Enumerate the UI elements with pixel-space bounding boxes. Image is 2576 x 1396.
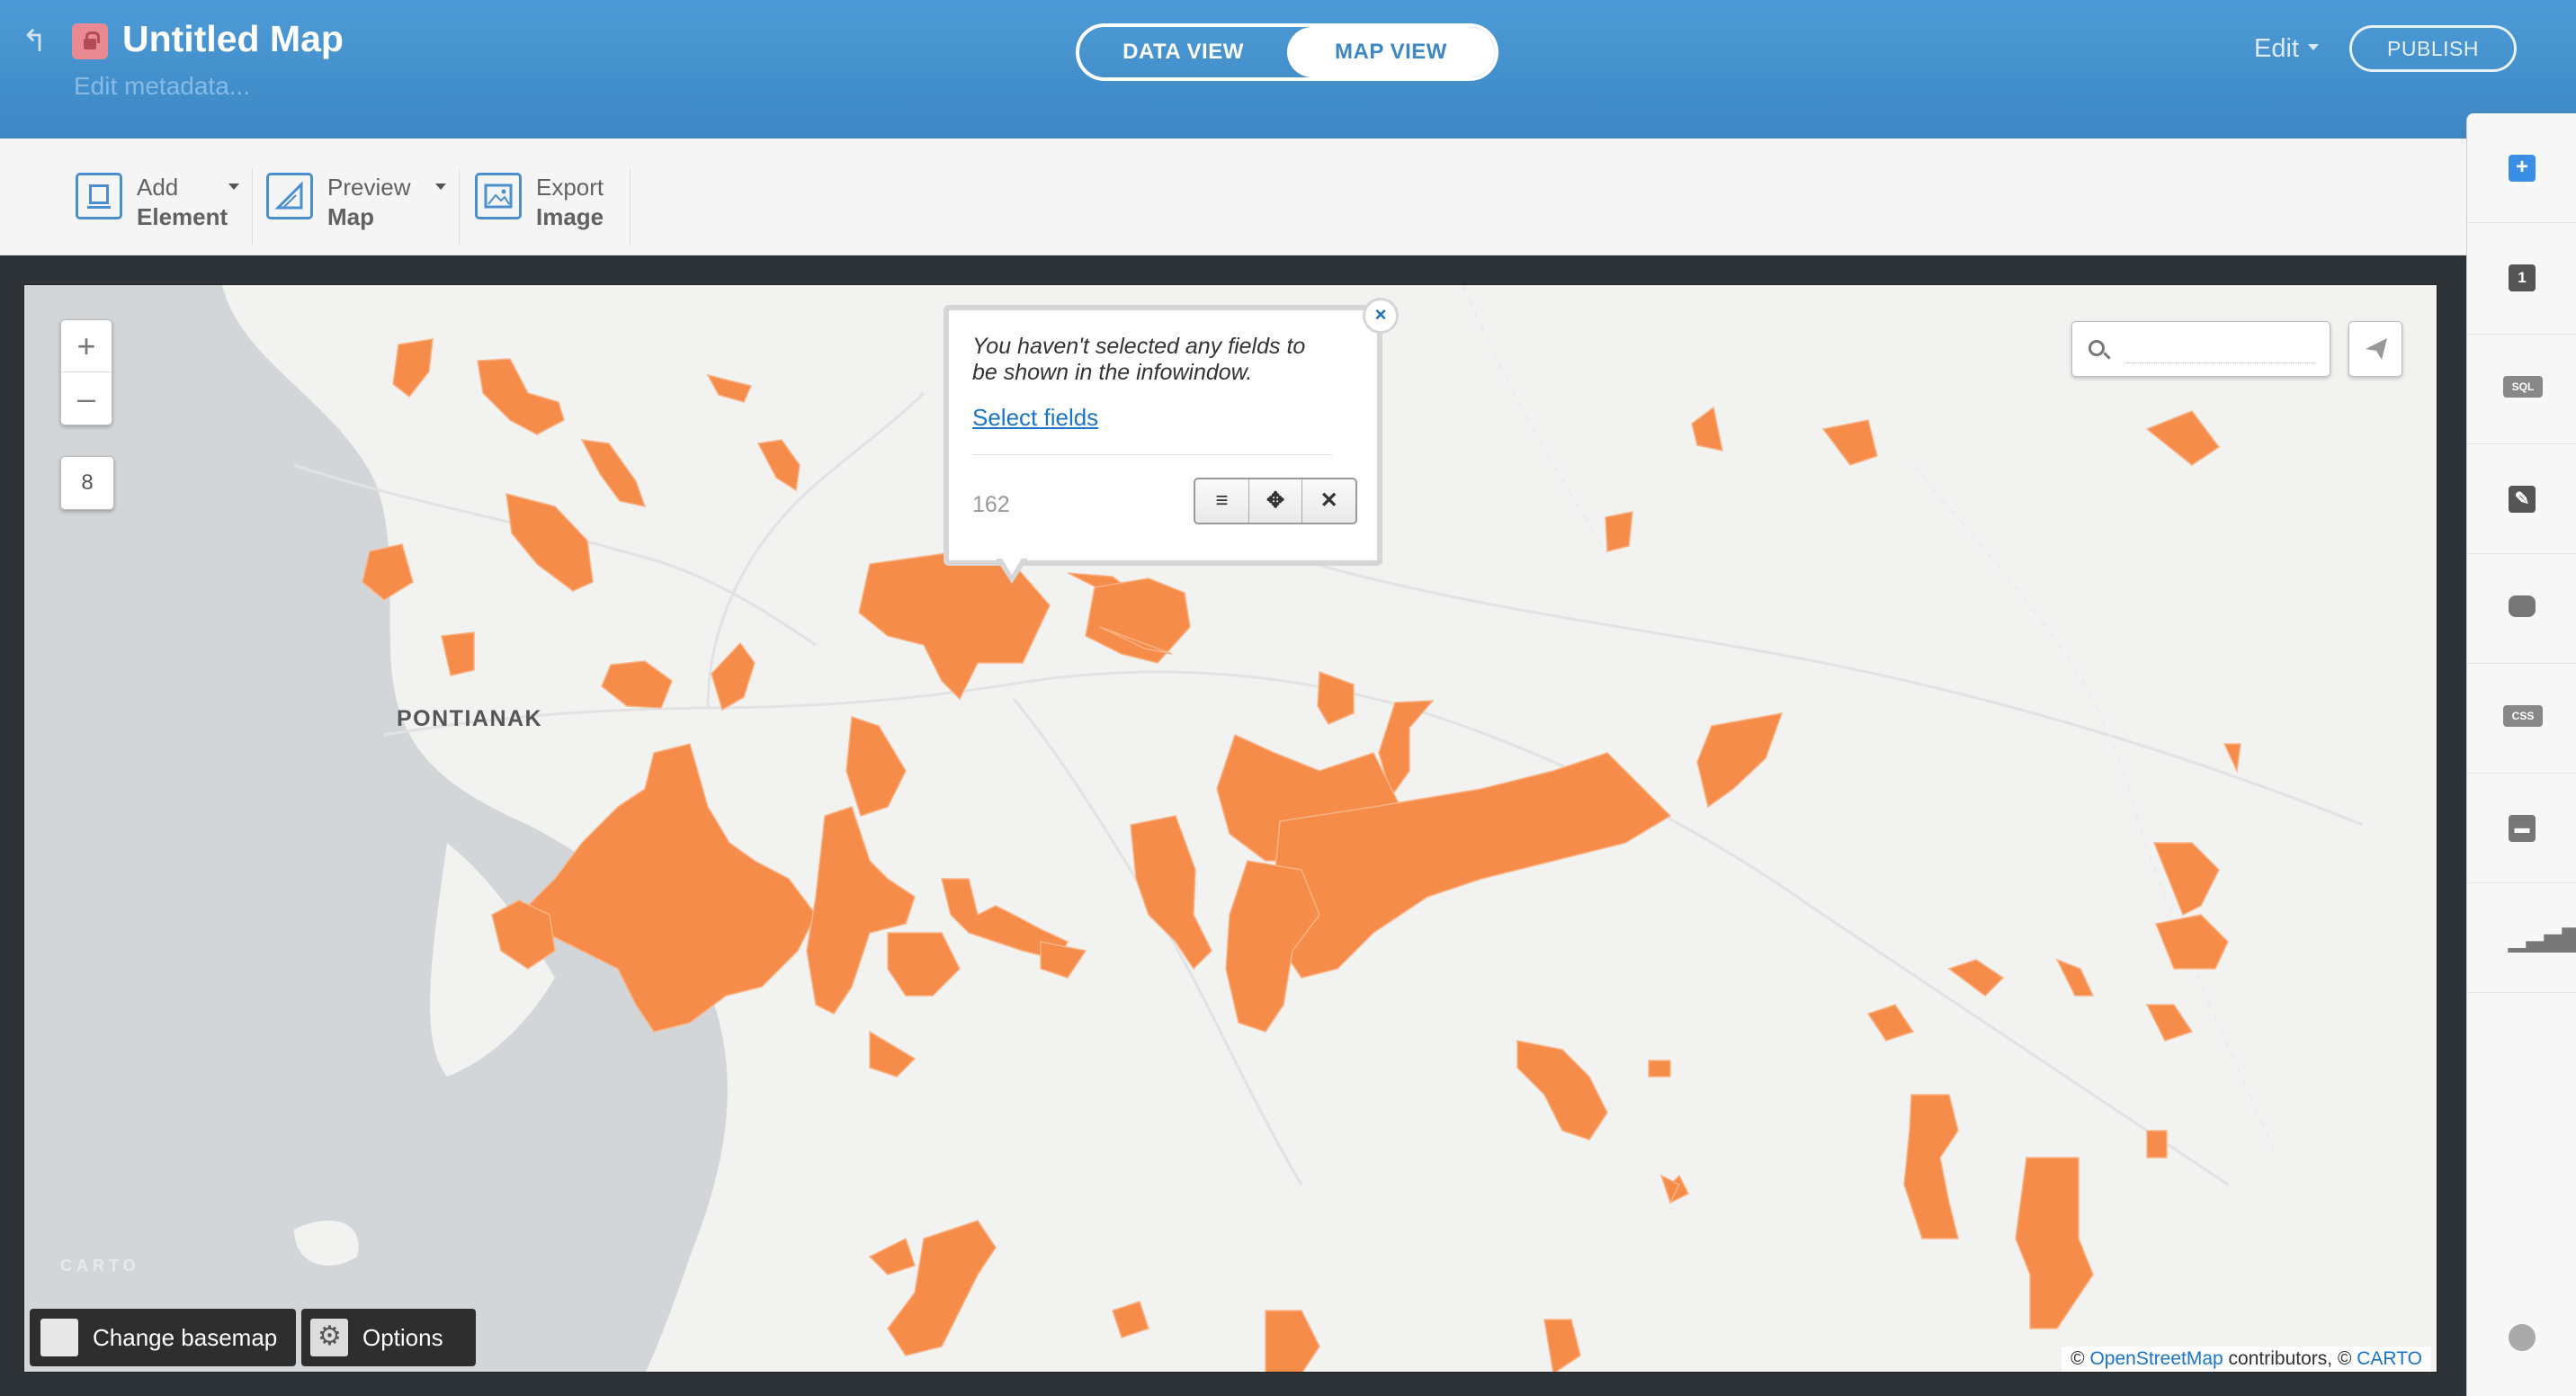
sidebar-help[interactable] [2467,1283,2576,1392]
tab-map-view[interactable]: MAP VIEW [1287,27,1495,77]
map-canvas[interactable]: + – 8 PONTIANAK × You haven't selected a… [23,284,2437,1373]
sidebar-sql[interactable]: SQL [2467,335,2576,444]
infowindow-tail [996,557,1028,584]
zoom-out-button[interactable]: – [61,372,112,425]
infowindow-close-button[interactable]: × [1363,298,1399,334]
infowindow: × You haven't selected any fields to be … [944,298,1399,584]
infowindow-actions: ≡ ✥ ✕ [1194,478,1357,524]
options-button[interactable]: Options [301,1309,476,1366]
close-icon[interactable]: ✕ [1302,479,1355,523]
openstreetmap-link[interactable]: OpenStreetMap [2089,1348,2223,1369]
tab-data-view[interactable]: DATA VIEW [1079,27,1287,77]
sidebar-filters[interactable]: ▁▃▅▇ [2467,883,2576,993]
add-element-caret-icon[interactable] [228,183,239,195]
change-basemap-label: Change basemap [93,1323,278,1351]
sidebar-layer-1[interactable]: 1 [2467,223,2576,335]
sidebar-infowindow[interactable] [2467,554,2576,664]
css-icon: CSS [2503,705,2543,727]
change-basemap-button[interactable]: Change basemap [30,1309,296,1366]
paper-plane-icon [2366,338,2387,360]
options-label: Options [362,1323,443,1351]
edit-metadata-link[interactable]: Edit metadata... [74,72,250,101]
preview-map-button[interactable]: Preview Map [266,173,410,236]
export-image-button[interactable]: Export Image [475,173,604,236]
wizard-icon: ✎ [2509,486,2536,513]
zoom-level: 8 [81,470,94,495]
layer-sidebar: + 1 SQL ✎ CSS ▬ ▁▃▅▇ [2466,113,2576,1396]
gear-icon [310,1319,348,1356]
sql-icon: SQL [2503,376,2543,398]
carto-logo: CARTO [60,1257,140,1275]
preview-map-icon [266,173,313,219]
select-fields-link[interactable]: Select fields [972,404,1098,432]
zoom-level-box: 8 [60,456,114,510]
add-element-button[interactable]: Add Element [76,173,228,236]
move-icon[interactable]: ✥ [1249,479,1303,523]
zoom-control: + – [60,319,112,425]
share-location-button[interactable] [2348,321,2402,377]
sidebar-add-layer[interactable]: + [2467,113,2576,223]
view-switch: DATA VIEW MAP VIEW [1076,23,1498,81]
zoom-in-button[interactable]: + [61,320,112,372]
add-element-icon [76,173,122,219]
export-image-icon [475,173,522,219]
lock-icon[interactable] [72,23,108,59]
basemap-thumbnail-icon [40,1319,78,1356]
carto-link[interactable]: CARTO [2357,1348,2422,1369]
preview-map-caret-icon[interactable] [435,183,446,195]
sidebar-css[interactable]: CSS [2467,664,2576,774]
back-arrow-icon[interactable]: ↰ [22,23,58,59]
lightbulb-icon [2509,1324,2536,1351]
search-icon[interactable] [2089,340,2105,356]
infowindow-message: You haven't selected any fields to be sh… [972,334,1306,385]
sidebar-wizard[interactable]: ✎ [2467,444,2576,554]
map-title[interactable]: Untitled Map [122,18,344,60]
add-layer-icon: + [2509,155,2536,182]
city-label-pontianak: PONTIANAK [397,706,543,731]
top-header: ↰ Untitled Map Edit metadata... DATA VIE… [0,0,2576,139]
infowindow-icon [2509,595,2536,617]
map-toolbar: Add Element Preview Map Export Image [0,139,2466,255]
infowindow-value: 162 [972,492,1010,517]
edit-dropdown[interactable]: Edit [2254,34,2319,64]
map-attribution: © OpenStreetMap contributors, © CARTO [2062,1347,2431,1372]
filters-icon: ▁▃▅▇ [2509,925,2576,952]
map-search-input[interactable] [2126,336,2315,363]
layer-1-icon: 1 [2509,264,2536,291]
sidebar-legends[interactable]: ▬ [2467,774,2576,883]
legend-icon: ▬ [2509,815,2536,842]
list-icon[interactable]: ≡ [1195,479,1249,523]
map-search-box [2071,321,2330,377]
publish-button[interactable]: PUBLISH [2349,25,2517,72]
